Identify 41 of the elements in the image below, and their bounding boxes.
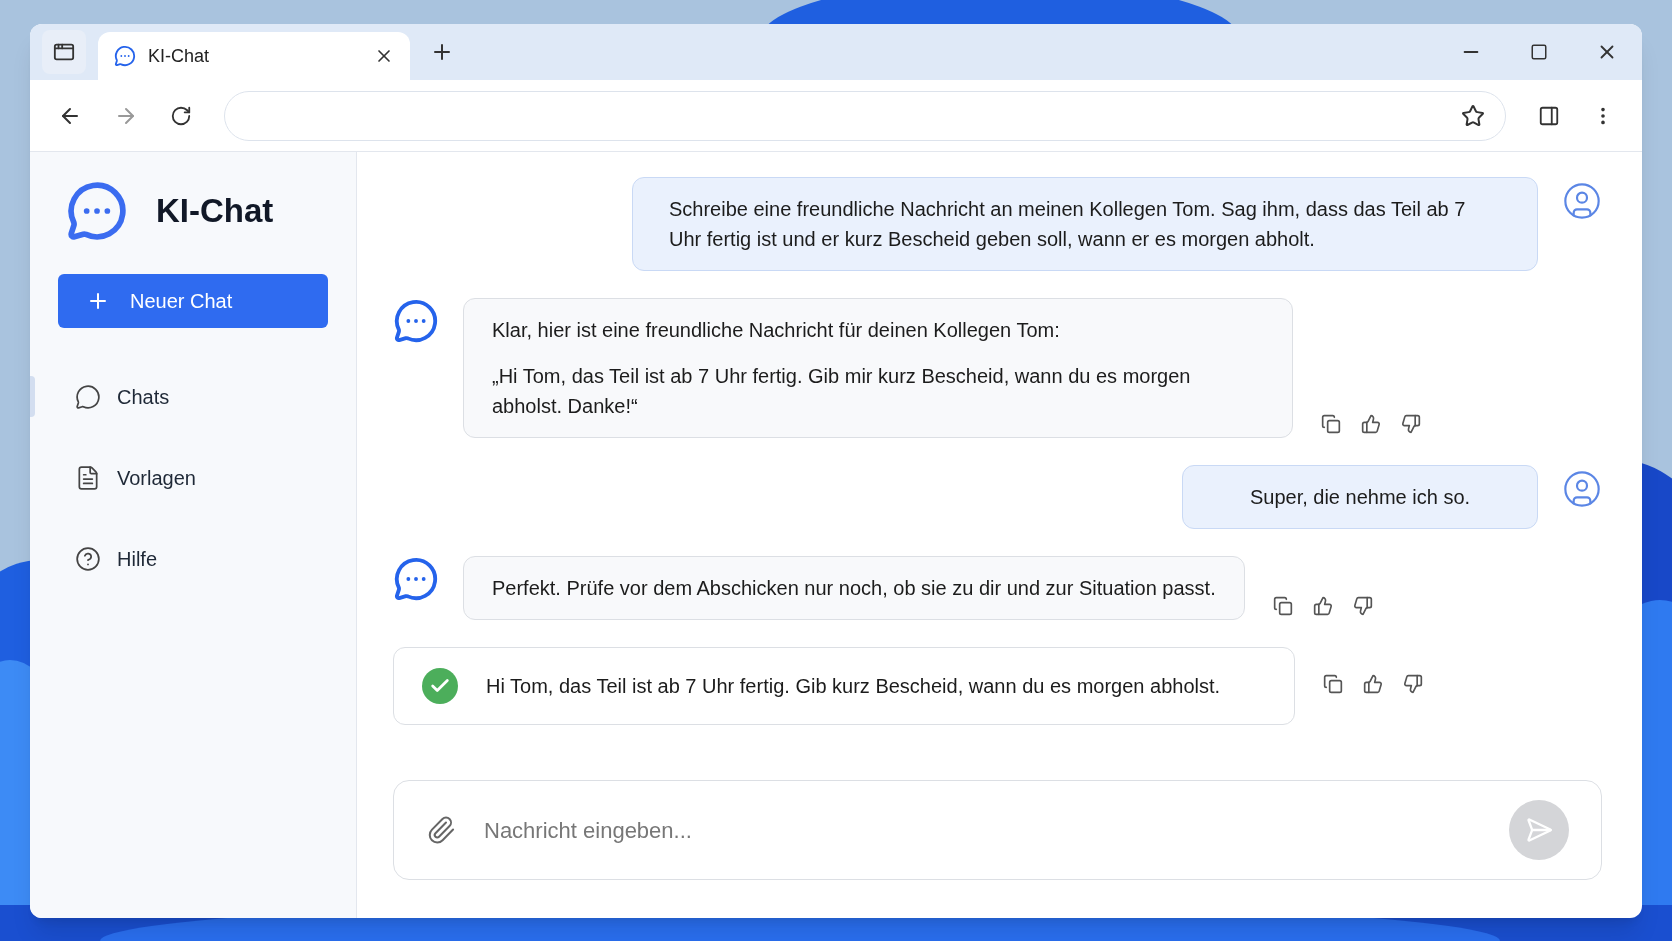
new-chat-button[interactable]: Neuer Chat bbox=[58, 274, 328, 328]
check-icon bbox=[422, 668, 458, 704]
help-icon bbox=[75, 545, 101, 572]
chat-bubble-icon bbox=[393, 556, 439, 602]
message-text: Schreibe eine freundliche Nachricht an meinen Kollegen Tom. Sag ihm, dass das Teil ab 7 Uhr fertig ist und er kurz Bescheid geben soll, wann er es morgen abholt. bbox=[669, 197, 1467, 252]
tab-overview-icon[interactable] bbox=[42, 30, 86, 74]
sidebar-item[interactable]: Hilfe bbox=[30, 538, 328, 579]
user-avatar-icon bbox=[1562, 469, 1602, 509]
side-panel-icon[interactable] bbox=[1538, 104, 1560, 127]
message-text: Hi Tom, das Teil ist ab 7 Uhr fertig. Gib kurz Bescheid, wann du es morgen abholst. bbox=[486, 674, 1221, 699]
maximize-icon[interactable] bbox=[1530, 43, 1548, 61]
send-icon bbox=[1525, 816, 1553, 844]
copy-icon[interactable] bbox=[1323, 674, 1343, 694]
message-input[interactable]: Nachricht eingeben... bbox=[484, 813, 1481, 847]
tab-title: KI-Chat bbox=[148, 44, 211, 68]
chat-bubble-logo-icon bbox=[66, 180, 128, 242]
message-text: „Hi Tom, das Teil ist ab 7 Uhr fertig. Gib mir kurz Bescheid, wann du es morgen abholst. Danke!“ bbox=[492, 364, 1192, 419]
chat-bubble-icon bbox=[393, 298, 439, 344]
thumbs-down-icon[interactable] bbox=[1401, 414, 1421, 434]
attach-icon[interactable] bbox=[426, 815, 456, 845]
sidebar-item[interactable]: Chats bbox=[30, 376, 328, 417]
browser-tab[interactable]: KI-Chat bbox=[98, 32, 410, 80]
user-avatar-icon bbox=[1562, 181, 1602, 221]
reload-icon[interactable] bbox=[170, 104, 192, 127]
thumbs-down-icon[interactable] bbox=[1403, 674, 1423, 694]
message-text: Super, die nehme ich so. bbox=[1249, 485, 1471, 510]
message-text: Perfekt. Prüfe vor dem Abschicken nur noch, ob sie zu dir und zur Situation passt. bbox=[492, 576, 1216, 601]
message-text: Klar, hier ist eine freundliche Nachricht für deinen Kollegen Tom: bbox=[492, 318, 1061, 343]
bookmark-star-icon[interactable] bbox=[1461, 103, 1485, 128]
message-composer[interactable]: Nachricht eingeben... bbox=[393, 780, 1602, 880]
document-icon bbox=[75, 464, 101, 491]
copy-icon[interactable] bbox=[1272, 596, 1293, 616]
thumbs-down-icon[interactable] bbox=[1352, 596, 1373, 616]
thumbs-up-icon[interactable] bbox=[1312, 596, 1333, 616]
sidebar-item[interactable]: Vorlagen bbox=[30, 457, 328, 498]
chat-bubble-icon bbox=[114, 45, 136, 67]
chat-icon bbox=[75, 383, 101, 410]
brand-title: KI-Chat bbox=[156, 191, 274, 232]
thumbs-up-icon[interactable] bbox=[1363, 674, 1383, 694]
thumbs-up-icon[interactable] bbox=[1361, 414, 1381, 434]
copy-icon[interactable] bbox=[1321, 414, 1341, 434]
